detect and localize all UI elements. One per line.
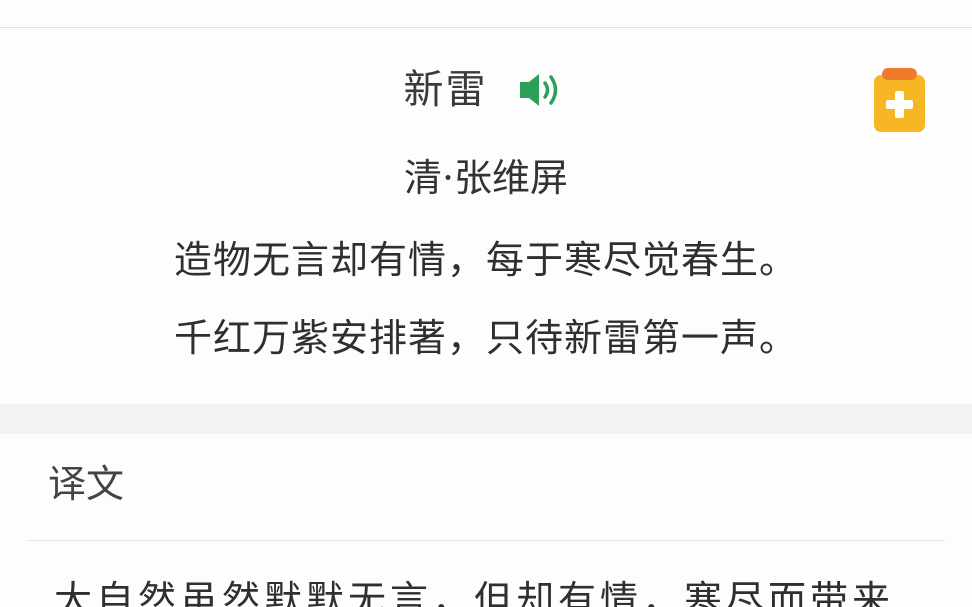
translation-card: 译文 大自然虽然默默无言，但却有情，寒尽而带来: [0, 434, 972, 607]
translation-text: 大自然虽然默默无言，但却有情，寒尽而带来: [54, 578, 895, 607]
poem-title-row: 新雷: [0, 60, 972, 120]
add-to-clipboard-button[interactable]: [873, 67, 926, 133]
poem-author: 清·张维屏: [403, 156, 569, 200]
poem-line: 造物无言却有情，每于寒尽觉春生。: [173, 238, 798, 282]
speaker-icon[interactable]: [517, 69, 569, 111]
poem-title: 新雷: [403, 67, 488, 113]
top-bar: [0, 0, 972, 28]
clipboard-add-icon: [874, 68, 925, 132]
divider: [28, 540, 945, 541]
poem-line: 千红万紫安排著，只待新雷第一声。: [173, 316, 798, 360]
translation-heading: 译文: [48, 462, 125, 506]
